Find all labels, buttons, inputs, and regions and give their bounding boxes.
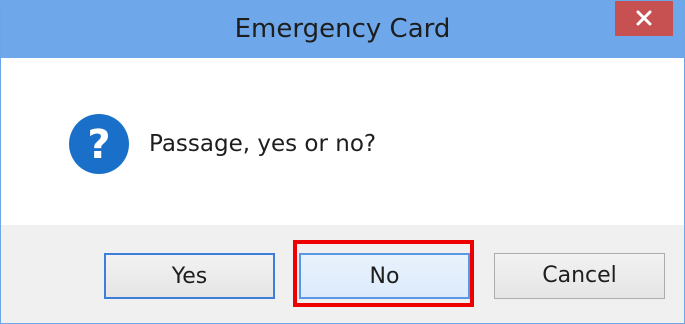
- question-icon: ?: [69, 114, 129, 174]
- no-button[interactable]: No: [299, 253, 470, 299]
- cancel-button[interactable]: Cancel: [494, 253, 665, 299]
- close-button[interactable]: [615, 1, 673, 36]
- svg-text:?: ?: [87, 122, 110, 168]
- dialog-window: Emergency Card ? Passage, yes or no? Yes…: [0, 0, 685, 324]
- window-title: Emergency Card: [234, 14, 451, 44]
- dialog-message: Passage, yes or no?: [149, 131, 377, 157]
- title-bar[interactable]: Emergency Card: [1, 1, 684, 58]
- yes-button[interactable]: Yes: [104, 253, 275, 299]
- close-icon: [636, 10, 652, 26]
